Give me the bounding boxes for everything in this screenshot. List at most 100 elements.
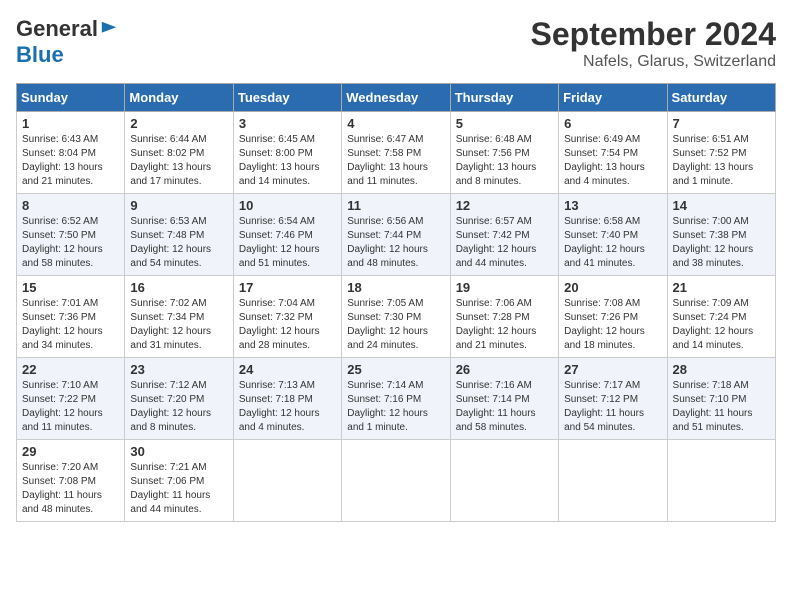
day-info: Sunrise: 6:53 AM Sunset: 7:48 PM Dayligh… (130, 215, 227, 271)
day-number: 18 (347, 280, 444, 295)
day-number: 21 (673, 280, 770, 295)
day-info: Sunrise: 6:43 AM Sunset: 8:04 PM Dayligh… (22, 133, 119, 189)
logo-blue-text: Blue (16, 42, 64, 68)
day-info: Sunrise: 7:08 AM Sunset: 7:26 PM Dayligh… (564, 297, 661, 353)
calendar-cell: 23 Sunrise: 7:12 AM Sunset: 7:20 PM Dayli… (125, 358, 233, 440)
day-header-friday: Friday (559, 84, 667, 112)
title-area: September 2024 Nafels, Glarus, Switzerla… (531, 16, 776, 71)
calendar-cell: 24 Sunrise: 7:13 AM Sunset: 7:18 PM Dayli… (233, 358, 341, 440)
day-info: Sunrise: 7:20 AM Sunset: 7:08 PM Dayligh… (22, 461, 119, 517)
day-number: 5 (456, 116, 553, 131)
day-info: Sunrise: 7:00 AM Sunset: 7:38 PM Dayligh… (673, 215, 770, 271)
day-number: 8 (22, 198, 119, 213)
calendar-cell: 27 Sunrise: 7:17 AM Sunset: 7:12 PM Dayli… (559, 358, 667, 440)
day-info: Sunrise: 7:16 AM Sunset: 7:14 PM Dayligh… (456, 379, 553, 435)
calendar-cell: 14 Sunrise: 7:00 AM Sunset: 7:38 PM Dayli… (667, 194, 775, 276)
calendar-cell: 8 Sunrise: 6:52 AM Sunset: 7:50 PM Daylig… (17, 194, 125, 276)
day-number: 6 (564, 116, 661, 131)
day-number: 20 (564, 280, 661, 295)
calendar-cell: 4Sunrise: 6:47 AM Sunset: 7:58 PM Daylig… (342, 112, 450, 194)
day-info: Sunrise: 7:01 AM Sunset: 7:36 PM Dayligh… (22, 297, 119, 353)
day-header-sunday: Sunday (17, 84, 125, 112)
month-title: September 2024 (531, 16, 776, 53)
day-info: Sunrise: 6:51 AM Sunset: 7:52 PM Dayligh… (673, 133, 770, 189)
day-number: 22 (22, 362, 119, 377)
logo-general-text: General (16, 16, 98, 42)
day-info: Sunrise: 7:06 AM Sunset: 7:28 PM Dayligh… (456, 297, 553, 353)
day-info: Sunrise: 7:18 AM Sunset: 7:10 PM Dayligh… (673, 379, 770, 435)
day-number: 12 (456, 198, 553, 213)
calendar-cell (667, 440, 775, 522)
calendar-cell (559, 440, 667, 522)
calendar-cell: 3 Sunrise: 6:45 AM Sunset: 8:00 PM Daylig… (233, 112, 341, 194)
day-number: 11 (347, 198, 444, 213)
calendar-cell: 10 Sunrise: 6:54 AM Sunset: 7:46 PM Dayli… (233, 194, 341, 276)
day-info: Sunrise: 7:09 AM Sunset: 7:24 PM Dayligh… (673, 297, 770, 353)
calendar-cell: 21 Sunrise: 7:09 AM Sunset: 7:24 PM Dayli… (667, 276, 775, 358)
day-number: 2 (130, 116, 227, 131)
calendar-cell: 17Sunrise: 7:04 AM Sunset: 7:32 PM Dayli… (233, 276, 341, 358)
calendar-cell: 30Sunrise: 7:21 AM Sunset: 7:06 PM Dayli… (125, 440, 233, 522)
calendar-cell: 28 Sunrise: 7:18 AM Sunset: 7:10 PM Dayli… (667, 358, 775, 440)
calendar-table: SundayMondayTuesdayWednesdayThursdayFrid… (16, 83, 776, 522)
calendar-cell: 19 Sunrise: 7:06 AM Sunset: 7:28 PM Dayli… (450, 276, 558, 358)
day-number: 7 (673, 116, 770, 131)
calendar-cell: 1Sunrise: 6:43 AM Sunset: 8:04 PM Daylig… (17, 112, 125, 194)
day-info: Sunrise: 6:44 AM Sunset: 8:02 PM Dayligh… (130, 133, 227, 189)
day-number: 28 (673, 362, 770, 377)
day-header-tuesday: Tuesday (233, 84, 341, 112)
calendar-cell: 22 Sunrise: 7:10 AM Sunset: 7:22 PM Dayli… (17, 358, 125, 440)
calendar-cell: 9 Sunrise: 6:53 AM Sunset: 7:48 PM Daylig… (125, 194, 233, 276)
day-number: 24 (239, 362, 336, 377)
day-info: Sunrise: 7:10 AM Sunset: 7:22 PM Dayligh… (22, 379, 119, 435)
day-info: Sunrise: 6:57 AM Sunset: 7:42 PM Dayligh… (456, 215, 553, 271)
day-number: 27 (564, 362, 661, 377)
day-info: Sunrise: 6:45 AM Sunset: 8:00 PM Dayligh… (239, 133, 336, 189)
day-number: 13 (564, 198, 661, 213)
day-info: Sunrise: 6:52 AM Sunset: 7:50 PM Dayligh… (22, 215, 119, 271)
day-number: 10 (239, 198, 336, 213)
calendar-cell: 20 Sunrise: 7:08 AM Sunset: 7:26 PM Dayli… (559, 276, 667, 358)
day-number: 30 (130, 444, 227, 459)
logo-flag-icon (100, 20, 118, 38)
day-number: 25 (347, 362, 444, 377)
day-info: Sunrise: 6:54 AM Sunset: 7:46 PM Dayligh… (239, 215, 336, 271)
day-number: 15 (22, 280, 119, 295)
day-header-saturday: Saturday (667, 84, 775, 112)
calendar-cell: 5 Sunrise: 6:48 AM Sunset: 7:56 PM Daylig… (450, 112, 558, 194)
day-info: Sunrise: 7:14 AM Sunset: 7:16 PM Dayligh… (347, 379, 444, 435)
day-header-wednesday: Wednesday (342, 84, 450, 112)
calendar-cell: 12 Sunrise: 6:57 AM Sunset: 7:42 PM Dayli… (450, 194, 558, 276)
calendar-cell (233, 440, 341, 522)
calendar-cell: 18 Sunrise: 7:05 AM Sunset: 7:30 PM Dayli… (342, 276, 450, 358)
calendar-cell: 15 Sunrise: 7:01 AM Sunset: 7:36 PM Dayli… (17, 276, 125, 358)
calendar-cell: 6 Sunrise: 6:49 AM Sunset: 7:54 PM Daylig… (559, 112, 667, 194)
day-info: Sunrise: 7:02 AM Sunset: 7:34 PM Dayligh… (130, 297, 227, 353)
day-number: 9 (130, 198, 227, 213)
day-info: Sunrise: 6:49 AM Sunset: 7:54 PM Dayligh… (564, 133, 661, 189)
day-number: 16 (130, 280, 227, 295)
day-info: Sunrise: 6:56 AM Sunset: 7:44 PM Dayligh… (347, 215, 444, 271)
day-header-thursday: Thursday (450, 84, 558, 112)
day-info: Sunrise: 7:12 AM Sunset: 7:20 PM Dayligh… (130, 379, 227, 435)
calendar-cell: 2 Sunrise: 6:44 AM Sunset: 8:02 PM Daylig… (125, 112, 233, 194)
day-number: 14 (673, 198, 770, 213)
logo: General Blue (16, 16, 118, 68)
day-info: Sunrise: 6:48 AM Sunset: 7:56 PM Dayligh… (456, 133, 553, 189)
day-number: 26 (456, 362, 553, 377)
calendar-cell (342, 440, 450, 522)
day-number: 3 (239, 116, 336, 131)
calendar-cell: 7 Sunrise: 6:51 AM Sunset: 7:52 PM Daylig… (667, 112, 775, 194)
calendar-cell: 25 Sunrise: 7:14 AM Sunset: 7:16 PM Dayli… (342, 358, 450, 440)
day-info: Sunrise: 7:13 AM Sunset: 7:18 PM Dayligh… (239, 379, 336, 435)
day-info: Sunrise: 6:58 AM Sunset: 7:40 PM Dayligh… (564, 215, 661, 271)
calendar-cell: 13 Sunrise: 6:58 AM Sunset: 7:40 PM Dayli… (559, 194, 667, 276)
day-info: Sunrise: 7:05 AM Sunset: 7:30 PM Dayligh… (347, 297, 444, 353)
location-title: Nafels, Glarus, Switzerland (531, 53, 776, 71)
day-number: 29 (22, 444, 119, 459)
day-number: 19 (456, 280, 553, 295)
day-number: 4 (347, 116, 444, 131)
day-number: 23 (130, 362, 227, 377)
day-info: Sunrise: 7:17 AM Sunset: 7:12 PM Dayligh… (564, 379, 661, 435)
calendar-cell: 29 Sunrise: 7:20 AM Sunset: 7:08 PM Dayli… (17, 440, 125, 522)
